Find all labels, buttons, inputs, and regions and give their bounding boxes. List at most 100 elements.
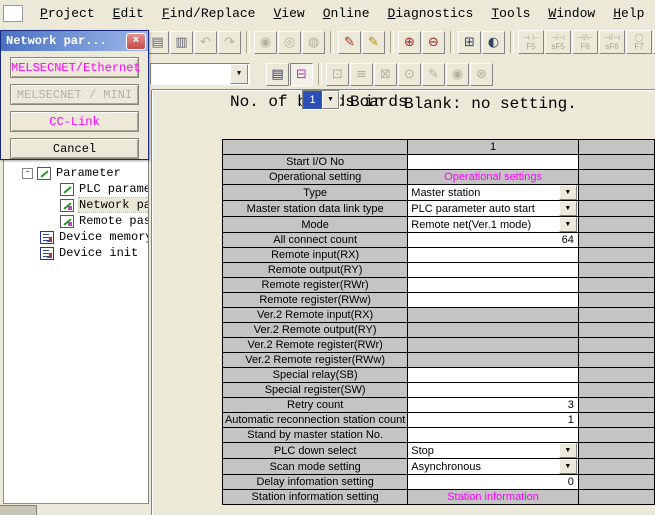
- dialog-title-bar[interactable]: Network par... ×: [1, 31, 148, 51]
- write-mode-icon[interactable]: ✎: [338, 31, 361, 54]
- cell-remote-register-rww[interactable]: [408, 293, 579, 308]
- open-contact-button-key: F5: [526, 42, 535, 51]
- cell-ver-2-remote-output-ry: [408, 323, 579, 338]
- devmem-icon: [40, 247, 54, 260]
- closed-contact-button[interactable]: ⊣/⊢F6: [572, 30, 598, 54]
- table-row-automatic-reconnection-station-count: Automatic reconnection station count1: [223, 413, 655, 428]
- chevron-down-icon[interactable]: ▼: [230, 64, 248, 84]
- dropdown-cell[interactable]: Stop▼: [408, 443, 578, 458]
- zoom-write-icon[interactable]: ⊖: [422, 31, 445, 54]
- find-device-icon[interactable]: ◉: [254, 31, 277, 54]
- gx-developer-window: ProjectEditFind/ReplaceViewOnlineDiagnos…: [0, 0, 655, 515]
- scrollbar-corner[interactable]: [0, 505, 37, 515]
- paste-icon[interactable]: ▤: [146, 31, 169, 54]
- undo-icon[interactable]: ↶: [194, 31, 217, 54]
- toolbar-separator: [390, 31, 394, 53]
- open-contact-button[interactable]: ⊣ ⊢F5: [518, 30, 544, 54]
- new-window-icon[interactable]: ⊡: [326, 63, 349, 86]
- boards-suffix-label: Boards: [350, 93, 408, 111]
- coil-button-key: F7: [634, 42, 643, 51]
- dropdown-cell[interactable]: Asynchronous▼: [408, 459, 578, 474]
- monitor-start-icon[interactable]: ⊙: [398, 63, 421, 86]
- menu-item-project[interactable]: Project: [31, 3, 104, 24]
- monitor-edit-icon[interactable]: ✎: [422, 63, 445, 86]
- chevron-down-icon[interactable]: ▼: [559, 185, 577, 200]
- find-instruction-icon[interactable]: ◎: [278, 31, 301, 54]
- menu-item-diagnostics[interactable]: Diagnostics: [379, 3, 483, 24]
- monitor-write-mode-icon[interactable]: ✎: [362, 31, 385, 54]
- cell-type[interactable]: Master station▼: [408, 185, 579, 201]
- chevron-down-icon[interactable]: ▼: [559, 217, 577, 232]
- row-label: Remote register(RWw): [223, 293, 408, 308]
- close-icon[interactable]: ×: [126, 33, 146, 50]
- row-label: Start I/O No: [223, 155, 408, 170]
- cell-automatic-reconnection-station-count[interactable]: 1: [408, 413, 579, 428]
- window-swap-icon[interactable]: ⊞: [458, 31, 481, 54]
- cc-link-button[interactable]: CC-Link: [10, 111, 139, 132]
- dropdown-cell[interactable]: PLC parameter auto start▼: [408, 201, 578, 216]
- menu-item-window[interactable]: Window: [539, 3, 604, 24]
- ladder-mode-icon[interactable]: ≡: [350, 63, 373, 86]
- cell-stand-by-master-station-no[interactable]: [408, 428, 579, 443]
- melsecnet-ethernet-button[interactable]: MELSECNET/Ethernet: [10, 57, 139, 78]
- cell-operational-setting[interactable]: Operational settings: [408, 170, 579, 185]
- tree-item-device-memory[interactable]: Device memory: [4, 229, 148, 245]
- cell-remote-input-rx[interactable]: [408, 248, 579, 263]
- cell-start-i-o-no[interactable]: [408, 155, 579, 170]
- cell-delay-infomation-setting[interactable]: 0: [408, 475, 579, 490]
- chevron-down-icon[interactable]: ▼: [559, 201, 577, 216]
- menu-item-tools[interactable]: Tools: [482, 3, 539, 24]
- comment-icon[interactable]: ◉: [446, 63, 469, 86]
- chevron-down-icon[interactable]: ▼: [322, 91, 339, 109]
- globe-find-icon[interactable]: ◐: [482, 31, 505, 54]
- row-label: Retry count: [223, 398, 408, 413]
- paste-special-icon[interactable]: ▥: [170, 31, 193, 54]
- menu-item-find-replace[interactable]: Find/Replace: [153, 3, 265, 24]
- ladder-monitor-icon[interactable]: ⊠: [374, 63, 397, 86]
- boards-count-combobox[interactable]: 1 ▼: [302, 90, 340, 110]
- project-data-list-icon[interactable]: ⊟: [290, 63, 313, 86]
- cell-mode[interactable]: Remote net(Ver.1 mode)▼: [408, 217, 579, 233]
- table-row-plc-down-select: PLC down selectStop▼: [223, 443, 655, 459]
- cell-scan-mode-setting[interactable]: Asynchronous▼: [408, 459, 579, 475]
- window-select-combobox[interactable]: ▼: [150, 63, 250, 85]
- tree-item-network-pa[interactable]: Network pa: [4, 197, 148, 213]
- cancel-button[interactable]: Cancel: [10, 138, 139, 159]
- menu-item-help[interactable]: Help: [604, 3, 653, 24]
- tree-item-parameter[interactable]: -Parameter: [4, 165, 148, 181]
- cell-special-register-sw[interactable]: [408, 383, 579, 398]
- cell-extra: [578, 475, 654, 490]
- blank-note-label: Blank: no setting.: [404, 95, 577, 113]
- cell-station-information-setting[interactable]: Station information: [408, 490, 579, 505]
- menu-item-online[interactable]: Online: [314, 3, 379, 24]
- coil-button[interactable]: ◯F7: [626, 30, 652, 54]
- chevron-down-icon[interactable]: ▼: [559, 443, 577, 458]
- cell-plc-down-select[interactable]: Stop▼: [408, 443, 579, 459]
- cell-extra: [578, 338, 654, 353]
- cell-special-relay-sb[interactable]: [408, 368, 579, 383]
- tree-expander-icon[interactable]: -: [22, 168, 33, 179]
- tree-item-remote-pas[interactable]: Remote pas: [4, 213, 148, 229]
- redo-icon[interactable]: ↷: [218, 31, 241, 54]
- dropdown-cell[interactable]: Remote net(Ver.1 mode)▼: [408, 217, 578, 232]
- chevron-down-icon[interactable]: ▼: [559, 459, 577, 474]
- menu-item-edit[interactable]: Edit: [104, 3, 153, 24]
- cell-master-station-data-link-type[interactable]: PLC parameter auto start▼: [408, 201, 579, 217]
- closed-branch-button[interactable]: ⊣/⊣sF6: [599, 30, 625, 54]
- open-branch-button[interactable]: ⊣⊣sF5: [545, 30, 571, 54]
- cell-remote-output-ry[interactable]: [408, 263, 579, 278]
- cell-remote-register-rwr[interactable]: [408, 278, 579, 293]
- stop-monitor-icon[interactable]: ⊗: [470, 63, 493, 86]
- tree-item-device-init[interactable]: Device init: [4, 245, 148, 261]
- cell-retry-count[interactable]: 3: [408, 398, 579, 413]
- menu-item-view[interactable]: View: [264, 3, 313, 24]
- cell-ver-2-remote-register-rwr: [408, 338, 579, 353]
- tree-item-plc-parame[interactable]: PLC parame: [4, 181, 148, 197]
- zoom-read-icon[interactable]: ⊕: [398, 31, 421, 54]
- cell-all-connect-count[interactable]: 64: [408, 233, 579, 248]
- doc-find-icon[interactable]: ▤: [266, 63, 289, 86]
- find-string-icon[interactable]: ◍: [302, 31, 325, 54]
- dropdown-cell[interactable]: Master station▼: [408, 185, 578, 200]
- table-row-retry-count: Retry count3: [223, 398, 655, 413]
- child-window-icon[interactable]: [3, 5, 23, 22]
